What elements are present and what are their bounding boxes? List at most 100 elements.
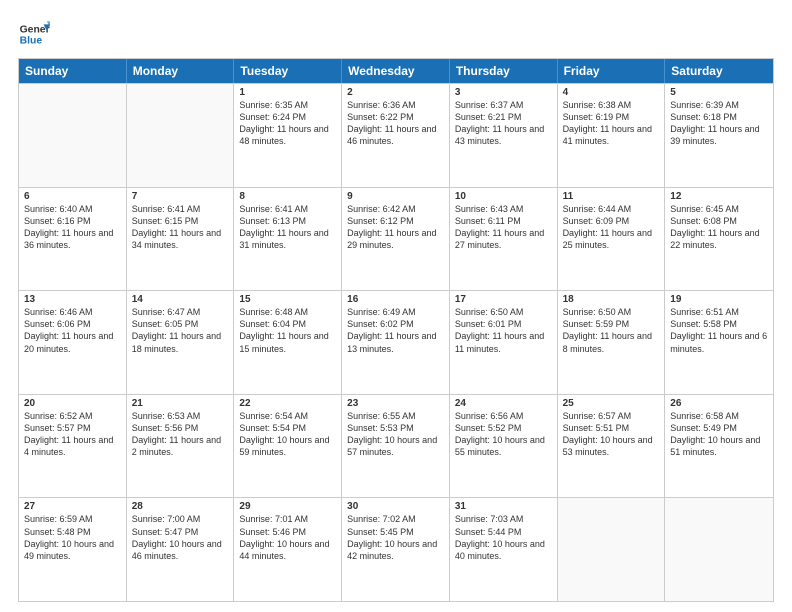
day-details: Sunrise: 7:01 AM Sunset: 5:46 PM Dayligh…: [239, 513, 336, 562]
day-number: 7: [132, 191, 229, 202]
calendar-row-0: 1Sunrise: 6:35 AM Sunset: 6:24 PM Daylig…: [19, 83, 773, 187]
day-details: Sunrise: 6:52 AM Sunset: 5:57 PM Dayligh…: [24, 410, 121, 459]
calendar-day-28: 28Sunrise: 7:00 AM Sunset: 5:47 PM Dayli…: [127, 498, 235, 601]
day-number: 16: [347, 294, 444, 305]
calendar-cell-empty: [127, 84, 235, 187]
weekday-header-tuesday: Tuesday: [234, 59, 342, 83]
weekday-header-wednesday: Wednesday: [342, 59, 450, 83]
calendar-header: SundayMondayTuesdayWednesdayThursdayFrid…: [19, 59, 773, 83]
day-details: Sunrise: 6:42 AM Sunset: 6:12 PM Dayligh…: [347, 203, 444, 252]
day-details: Sunrise: 7:00 AM Sunset: 5:47 PM Dayligh…: [132, 513, 229, 562]
calendar-day-11: 11Sunrise: 6:44 AM Sunset: 6:09 PM Dayli…: [558, 188, 666, 291]
calendar-day-13: 13Sunrise: 6:46 AM Sunset: 6:06 PM Dayli…: [19, 291, 127, 394]
day-number: 11: [563, 191, 660, 202]
svg-text:Blue: Blue: [20, 36, 43, 47]
calendar-day-3: 3Sunrise: 6:37 AM Sunset: 6:21 PM Daylig…: [450, 84, 558, 187]
day-number: 2: [347, 87, 444, 98]
day-number: 30: [347, 501, 444, 512]
calendar-cell-empty: [558, 498, 666, 601]
weekday-header-thursday: Thursday: [450, 59, 558, 83]
day-number: 15: [239, 294, 336, 305]
calendar-day-24: 24Sunrise: 6:56 AM Sunset: 5:52 PM Dayli…: [450, 395, 558, 498]
calendar-day-5: 5Sunrise: 6:39 AM Sunset: 6:18 PM Daylig…: [665, 84, 773, 187]
day-details: Sunrise: 6:37 AM Sunset: 6:21 PM Dayligh…: [455, 99, 552, 148]
day-number: 10: [455, 191, 552, 202]
day-details: Sunrise: 6:40 AM Sunset: 6:16 PM Dayligh…: [24, 203, 121, 252]
calendar-day-23: 23Sunrise: 6:55 AM Sunset: 5:53 PM Dayli…: [342, 395, 450, 498]
day-number: 19: [670, 294, 768, 305]
day-number: 6: [24, 191, 121, 202]
calendar-day-2: 2Sunrise: 6:36 AM Sunset: 6:22 PM Daylig…: [342, 84, 450, 187]
calendar-day-9: 9Sunrise: 6:42 AM Sunset: 6:12 PM Daylig…: [342, 188, 450, 291]
day-number: 4: [563, 87, 660, 98]
calendar-day-4: 4Sunrise: 6:38 AM Sunset: 6:19 PM Daylig…: [558, 84, 666, 187]
day-number: 22: [239, 398, 336, 409]
day-details: Sunrise: 6:51 AM Sunset: 5:58 PM Dayligh…: [670, 306, 768, 355]
day-number: 12: [670, 191, 768, 202]
calendar-day-16: 16Sunrise: 6:49 AM Sunset: 6:02 PM Dayli…: [342, 291, 450, 394]
calendar-row-3: 20Sunrise: 6:52 AM Sunset: 5:57 PM Dayli…: [19, 394, 773, 498]
calendar-row-2: 13Sunrise: 6:46 AM Sunset: 6:06 PM Dayli…: [19, 290, 773, 394]
day-details: Sunrise: 6:56 AM Sunset: 5:52 PM Dayligh…: [455, 410, 552, 459]
day-number: 13: [24, 294, 121, 305]
calendar-day-20: 20Sunrise: 6:52 AM Sunset: 5:57 PM Dayli…: [19, 395, 127, 498]
day-number: 23: [347, 398, 444, 409]
calendar-row-1: 6Sunrise: 6:40 AM Sunset: 6:16 PM Daylig…: [19, 187, 773, 291]
day-details: Sunrise: 6:41 AM Sunset: 6:13 PM Dayligh…: [239, 203, 336, 252]
calendar-day-8: 8Sunrise: 6:41 AM Sunset: 6:13 PM Daylig…: [234, 188, 342, 291]
day-details: Sunrise: 6:55 AM Sunset: 5:53 PM Dayligh…: [347, 410, 444, 459]
weekday-header-sunday: Sunday: [19, 59, 127, 83]
day-number: 26: [670, 398, 768, 409]
day-details: Sunrise: 6:44 AM Sunset: 6:09 PM Dayligh…: [563, 203, 660, 252]
day-details: Sunrise: 6:43 AM Sunset: 6:11 PM Dayligh…: [455, 203, 552, 252]
day-number: 25: [563, 398, 660, 409]
day-number: 8: [239, 191, 336, 202]
logo-icon: General Blue: [18, 18, 50, 50]
day-number: 29: [239, 501, 336, 512]
day-details: Sunrise: 6:41 AM Sunset: 6:15 PM Dayligh…: [132, 203, 229, 252]
calendar-row-4: 27Sunrise: 6:59 AM Sunset: 5:48 PM Dayli…: [19, 497, 773, 601]
weekday-header-monday: Monday: [127, 59, 235, 83]
day-details: Sunrise: 6:47 AM Sunset: 6:05 PM Dayligh…: [132, 306, 229, 355]
day-details: Sunrise: 6:53 AM Sunset: 5:56 PM Dayligh…: [132, 410, 229, 459]
calendar-day-19: 19Sunrise: 6:51 AM Sunset: 5:58 PM Dayli…: [665, 291, 773, 394]
day-details: Sunrise: 7:03 AM Sunset: 5:44 PM Dayligh…: [455, 513, 552, 562]
day-number: 18: [563, 294, 660, 305]
day-details: Sunrise: 6:50 AM Sunset: 5:59 PM Dayligh…: [563, 306, 660, 355]
day-details: Sunrise: 6:46 AM Sunset: 6:06 PM Dayligh…: [24, 306, 121, 355]
calendar-day-31: 31Sunrise: 7:03 AM Sunset: 5:44 PM Dayli…: [450, 498, 558, 601]
calendar-day-1: 1Sunrise: 6:35 AM Sunset: 6:24 PM Daylig…: [234, 84, 342, 187]
calendar-day-15: 15Sunrise: 6:48 AM Sunset: 6:04 PM Dayli…: [234, 291, 342, 394]
day-details: Sunrise: 6:35 AM Sunset: 6:24 PM Dayligh…: [239, 99, 336, 148]
day-number: 14: [132, 294, 229, 305]
day-details: Sunrise: 6:36 AM Sunset: 6:22 PM Dayligh…: [347, 99, 444, 148]
day-number: 1: [239, 87, 336, 98]
calendar-day-30: 30Sunrise: 7:02 AM Sunset: 5:45 PM Dayli…: [342, 498, 450, 601]
calendar-day-7: 7Sunrise: 6:41 AM Sunset: 6:15 PM Daylig…: [127, 188, 235, 291]
day-details: Sunrise: 6:57 AM Sunset: 5:51 PM Dayligh…: [563, 410, 660, 459]
calendar-body: 1Sunrise: 6:35 AM Sunset: 6:24 PM Daylig…: [19, 83, 773, 601]
day-number: 28: [132, 501, 229, 512]
calendar-day-12: 12Sunrise: 6:45 AM Sunset: 6:08 PM Dayli…: [665, 188, 773, 291]
calendar-day-29: 29Sunrise: 7:01 AM Sunset: 5:46 PM Dayli…: [234, 498, 342, 601]
day-number: 17: [455, 294, 552, 305]
calendar-day-26: 26Sunrise: 6:58 AM Sunset: 5:49 PM Dayli…: [665, 395, 773, 498]
calendar-day-14: 14Sunrise: 6:47 AM Sunset: 6:05 PM Dayli…: [127, 291, 235, 394]
calendar: SundayMondayTuesdayWednesdayThursdayFrid…: [18, 58, 774, 602]
day-details: Sunrise: 6:45 AM Sunset: 6:08 PM Dayligh…: [670, 203, 768, 252]
day-number: 3: [455, 87, 552, 98]
day-number: 21: [132, 398, 229, 409]
header: General Blue: [18, 18, 774, 50]
calendar-day-21: 21Sunrise: 6:53 AM Sunset: 5:56 PM Dayli…: [127, 395, 235, 498]
calendar-cell-empty: [665, 498, 773, 601]
weekday-header-friday: Friday: [558, 59, 666, 83]
day-details: Sunrise: 6:50 AM Sunset: 6:01 PM Dayligh…: [455, 306, 552, 355]
day-number: 9: [347, 191, 444, 202]
day-details: Sunrise: 6:49 AM Sunset: 6:02 PM Dayligh…: [347, 306, 444, 355]
day-number: 31: [455, 501, 552, 512]
weekday-header-saturday: Saturday: [665, 59, 773, 83]
calendar-cell-empty: [19, 84, 127, 187]
calendar-day-22: 22Sunrise: 6:54 AM Sunset: 5:54 PM Dayli…: [234, 395, 342, 498]
logo: General Blue: [18, 18, 54, 50]
day-details: Sunrise: 6:38 AM Sunset: 6:19 PM Dayligh…: [563, 99, 660, 148]
